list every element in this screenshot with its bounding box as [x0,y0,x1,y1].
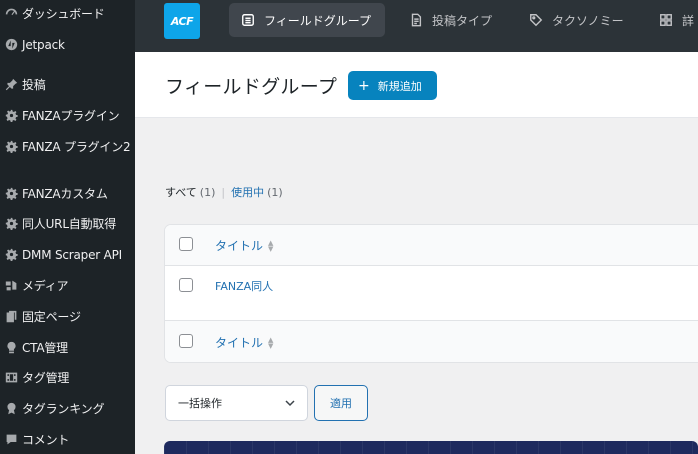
sidebar-item-fanza-plugin[interactable]: FANZAプラグイン [0,108,135,124]
page-header: フィールドグループ + 新規追加 [135,52,698,118]
admin-sidebar: ダッシュボード Jetpack 投稿 FANZAプラグイン FANZA プラグイ… [0,0,135,454]
tab-field-groups[interactable]: フィールドグループ [229,3,386,37]
apply-button[interactable]: 適用 [314,385,368,421]
sidebar-item-label: Jetpack [22,38,65,52]
pin-icon [0,78,22,91]
sort-icon: ▲ ▼ [268,335,274,350]
acf-topbar: ACF フィールドグループ 投稿タイプ タクソノミー 詳 [135,0,698,52]
row-checkbox[interactable] [179,278,193,292]
list-icon [241,13,255,27]
add-new-button[interactable]: + 新規追加 [348,71,437,100]
column-title-label: タイトル [215,239,264,253]
table-footer: タイトル ▲ ▼ [165,320,698,362]
bulk-action-select[interactable]: 一括操作 [165,385,308,421]
tab-more[interactable]: 詳 [647,3,698,37]
sidebar-item-posts[interactable]: 投稿 [0,77,135,93]
sidebar-item-tag-manage[interactable]: タグ管理 [0,370,135,386]
page-title: フィールドグループ [165,76,338,98]
sidebar-item-label: DMM Scraper API [22,248,122,262]
status-filters: すべて (1) | 使用中 (1) [165,184,283,200]
sidebar-item-doujin-url[interactable]: 同人URL自動取得 [0,216,135,232]
filter-all-count: (1) [199,185,216,199]
column-title-footer[interactable]: タイトル ▲ ▼ [215,334,273,351]
tag-icon [529,13,543,27]
sidebar-item-cta[interactable]: CTA管理 [0,340,135,356]
comment-icon [0,433,22,446]
field-groups-table: タイトル ▲ ▼ FANZA同人 タイトル ▲ ▼ [164,224,698,363]
filter-active[interactable]: 使用中 [231,184,264,200]
tab-post-types[interactable]: 投稿タイプ [397,3,506,37]
sidebar-item-label: タグ管理 [22,371,70,385]
gear-icon [0,187,22,200]
select-all-checkbox[interactable] [179,237,193,251]
sidebar-item-dmm-scraper[interactable]: DMM Scraper API [0,247,135,263]
filter-active-count: (1) [267,185,283,199]
tab-label: 詳 [682,13,695,28]
award-icon [0,402,22,415]
gear-icon [0,248,22,261]
sidebar-item-label: FANZAカスタム [22,187,108,201]
column-title-header[interactable]: タイトル ▲ ▼ [215,237,273,254]
table-row: FANZA同人 [165,266,698,321]
promo-banner [164,441,698,454]
acf-logo[interactable]: ACF [164,3,200,39]
sidebar-item-fanza-custom[interactable]: FANZAカスタム [0,186,135,202]
filter-all[interactable]: すべて [165,184,197,200]
sidebar-item-jetpack[interactable]: Jetpack [0,37,135,53]
lightbulb-icon [0,341,22,354]
sidebar-item-label: 同人URL自動取得 [22,217,117,231]
grid-icon [659,13,673,27]
page-icon [0,310,22,323]
sidebar-item-label: CTA管理 [22,341,68,355]
chevron-down-icon [285,400,295,407]
tab-taxonomies[interactable]: タクソノミー [517,3,638,37]
document-icon [409,13,423,27]
sidebar-item-fanza-plugin-2[interactable]: FANZA プラグイン2 [0,139,135,155]
media-icon [0,279,22,292]
sidebar-item-label: FANZAプラグイン [22,109,120,123]
filter-separator: | [221,185,226,199]
sidebar-item-comments[interactable]: コメント [0,432,135,448]
add-new-label: 新規追加 [377,79,422,93]
tab-label: フィールドグループ [264,13,372,28]
row-title-link[interactable]: FANZA同人 [215,278,273,294]
sidebar-item-label: 投稿 [22,78,46,92]
sidebar-item-tag-ranking[interactable]: タグランキング [0,401,135,417]
table-header: タイトル ▲ ▼ [165,225,698,266]
sidebar-item-label: ダッシュボード [22,7,105,21]
gear-icon [0,109,22,122]
sidebar-item-media[interactable]: メディア [0,278,135,294]
gear-icon [0,217,22,230]
column-title-label: タイトル [215,336,264,350]
tab-label: タクソノミー [552,13,624,28]
sidebar-item-label: 固定ページ [22,310,81,324]
sidebar-item-dashboard[interactable]: ダッシュボード [0,6,135,22]
sort-icon: ▲ ▼ [268,238,274,253]
plus-icon: + [358,77,370,94]
sidebar-item-label: タグランキング [22,402,105,416]
dashboard-icon [0,7,22,20]
gear-icon [0,140,22,153]
sidebar-item-label: コメント [22,433,70,447]
sidebar-item-label: FANZA プラグイン2 [22,140,131,154]
film-icon [0,371,22,384]
sidebar-item-pages[interactable]: 固定ページ [0,309,135,325]
jetpack-icon [0,38,22,51]
bulk-action-value: 一括操作 [178,397,222,410]
select-all-checkbox-footer[interactable] [179,334,193,348]
sidebar-item-label: メディア [22,279,69,293]
tab-label: 投稿タイプ [432,13,493,28]
